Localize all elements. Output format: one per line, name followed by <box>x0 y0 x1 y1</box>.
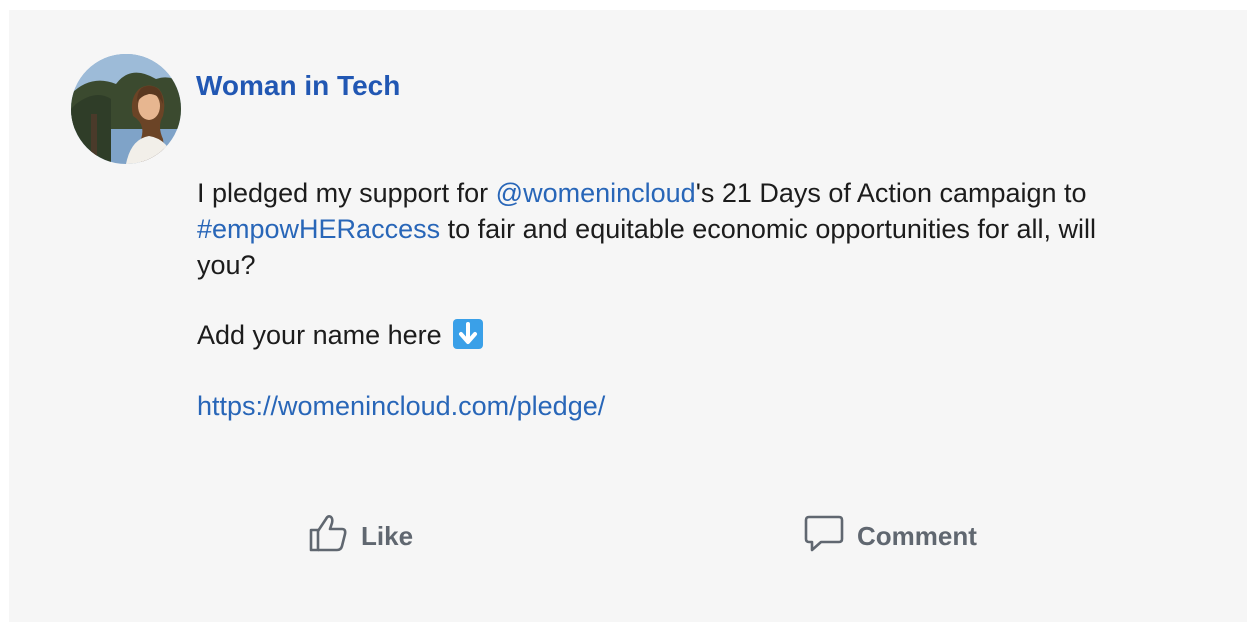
like-button[interactable]: Like <box>307 512 413 561</box>
post-text: I pledged my support for @womenincloud's… <box>197 175 1097 424</box>
post-paragraph: Add your name here <box>197 317 1097 353</box>
mention-link[interactable]: @womenincloud <box>496 178 696 208</box>
pledge-url-link[interactable]: https://womenincloud.com/pledge/ <box>197 391 605 421</box>
like-label: Like <box>361 521 414 551</box>
thumbs-up-icon <box>307 512 349 561</box>
avatar[interactable] <box>71 54 181 164</box>
hashtag-link[interactable]: #empowHERaccess <box>197 214 440 244</box>
post-text-segment: 's 21 Days of Action campaign to <box>695 178 1087 208</box>
call-to-action-text: Add your name here <box>197 320 442 350</box>
post-text-segment: I pledged my support for <box>197 178 496 208</box>
profile-photo <box>71 54 181 164</box>
post-card: Woman in Tech I pledged my support for @… <box>9 10 1247 622</box>
speech-bubble-icon <box>803 512 845 561</box>
comment-label: Comment <box>857 521 977 551</box>
author-name[interactable]: Woman in Tech <box>196 70 400 102</box>
down-arrow-emoji-icon <box>453 319 484 349</box>
post-paragraph: I pledged my support for @womenincloud's… <box>197 175 1097 283</box>
comment-button[interactable]: Comment <box>803 512 977 561</box>
post-paragraph: https://womenincloud.com/pledge/ <box>197 388 1097 424</box>
